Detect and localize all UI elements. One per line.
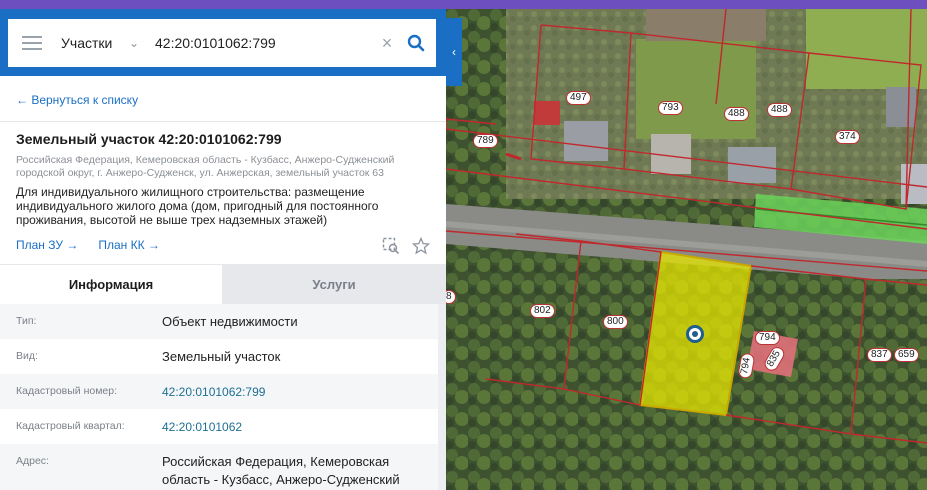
search-box: Участки ⌄ 42:20:0101062:799 × [8, 19, 436, 67]
info-table: Тип: Объект недвижимости Вид: Земельный … [0, 304, 438, 490]
parcel-label: 789 [473, 134, 498, 148]
search-header: Участки ⌄ 42:20:0101062:799 × [0, 9, 446, 76]
cadastral-map[interactable]: 497 793 488 488 374 789 802 800 794 835 … [446, 9, 927, 490]
tab-services[interactable]: Услуги [222, 264, 446, 304]
row-key: Тип: [16, 315, 37, 327]
row-key: Адрес: [16, 455, 49, 467]
search-icon[interactable] [404, 34, 428, 52]
plan-zu-link[interactable]: План ЗУ → [16, 238, 78, 252]
map-imagery [446, 9, 927, 490]
chevron-down-icon[interactable]: ⌄ [129, 36, 151, 50]
parcel-label: 800 [603, 315, 628, 329]
tabs: Информация Услуги [0, 264, 446, 304]
parcel-label: 802 [530, 304, 555, 318]
table-row: Кадастровый квартал: 42:20:0101062 [0, 409, 438, 444]
divider [0, 121, 446, 122]
parcel-title: Земельный участок 42:20:0101062:799 [16, 131, 282, 147]
row-value: Земельный участок [162, 349, 281, 364]
cadastral-quarter-link[interactable]: 42:20:0101062 [162, 409, 438, 444]
cadastral-number-link[interactable]: 42:20:0101062:799 [162, 374, 438, 409]
table-row: Адрес: Российская Федерация, Кемеровская… [0, 444, 438, 490]
parcel-address: Российская Федерация, Кемеровская област… [16, 154, 395, 179]
table-row: Тип: Объект недвижимости [0, 304, 438, 339]
row-key: Кадастровый квартал: [16, 420, 125, 432]
parcel-label: 374 [835, 130, 860, 144]
parcel-label: 488 [724, 107, 749, 121]
parcel-label: 794 [755, 331, 780, 345]
plan-kk-link[interactable]: План КК → [98, 238, 160, 252]
parcel-location-marker[interactable] [686, 325, 704, 343]
menu-icon[interactable] [22, 36, 42, 50]
table-row: Вид: Земельный участок [0, 339, 438, 374]
row-key: Кадастровый номер: [16, 385, 118, 397]
parcel-purpose: Для индивидуального жилищного строительс… [16, 185, 379, 227]
top-accent-bar [0, 0, 927, 9]
row-value: Российская Федерация, Кемеровская област… [162, 454, 400, 487]
search-input[interactable]: 42:20:0101062:799 [155, 35, 376, 51]
plan-links: План ЗУ → План КК → [16, 238, 160, 252]
parcel-label: 837 [867, 348, 892, 362]
parcel-label: 793 [658, 101, 683, 115]
info-panel: Участки ⌄ 42:20:0101062:799 × ← Вернутьс… [0, 9, 446, 490]
parcel-label: 488 [767, 103, 792, 117]
chevron-left-icon: ‹ [452, 45, 456, 59]
scrollbar[interactable] [438, 304, 446, 490]
row-key: Вид: [16, 350, 38, 362]
zoom-to-object-icon[interactable] [382, 237, 400, 260]
collapse-panel-button[interactable]: ‹ [446, 18, 462, 86]
table-row: Кадастровый номер: 42:20:0101062:799 [0, 374, 438, 409]
parcel-label: 497 [566, 91, 591, 105]
category-select[interactable]: Участки [61, 35, 129, 51]
back-to-list-link[interactable]: ← Вернуться к списку [16, 93, 138, 107]
star-icon[interactable] [411, 236, 431, 260]
parcel-label: 659 [894, 348, 919, 362]
action-icons [382, 236, 431, 260]
row-value: Объект недвижимости [162, 314, 298, 329]
clear-icon[interactable]: × [376, 33, 398, 54]
tab-information[interactable]: Информация [0, 264, 222, 304]
